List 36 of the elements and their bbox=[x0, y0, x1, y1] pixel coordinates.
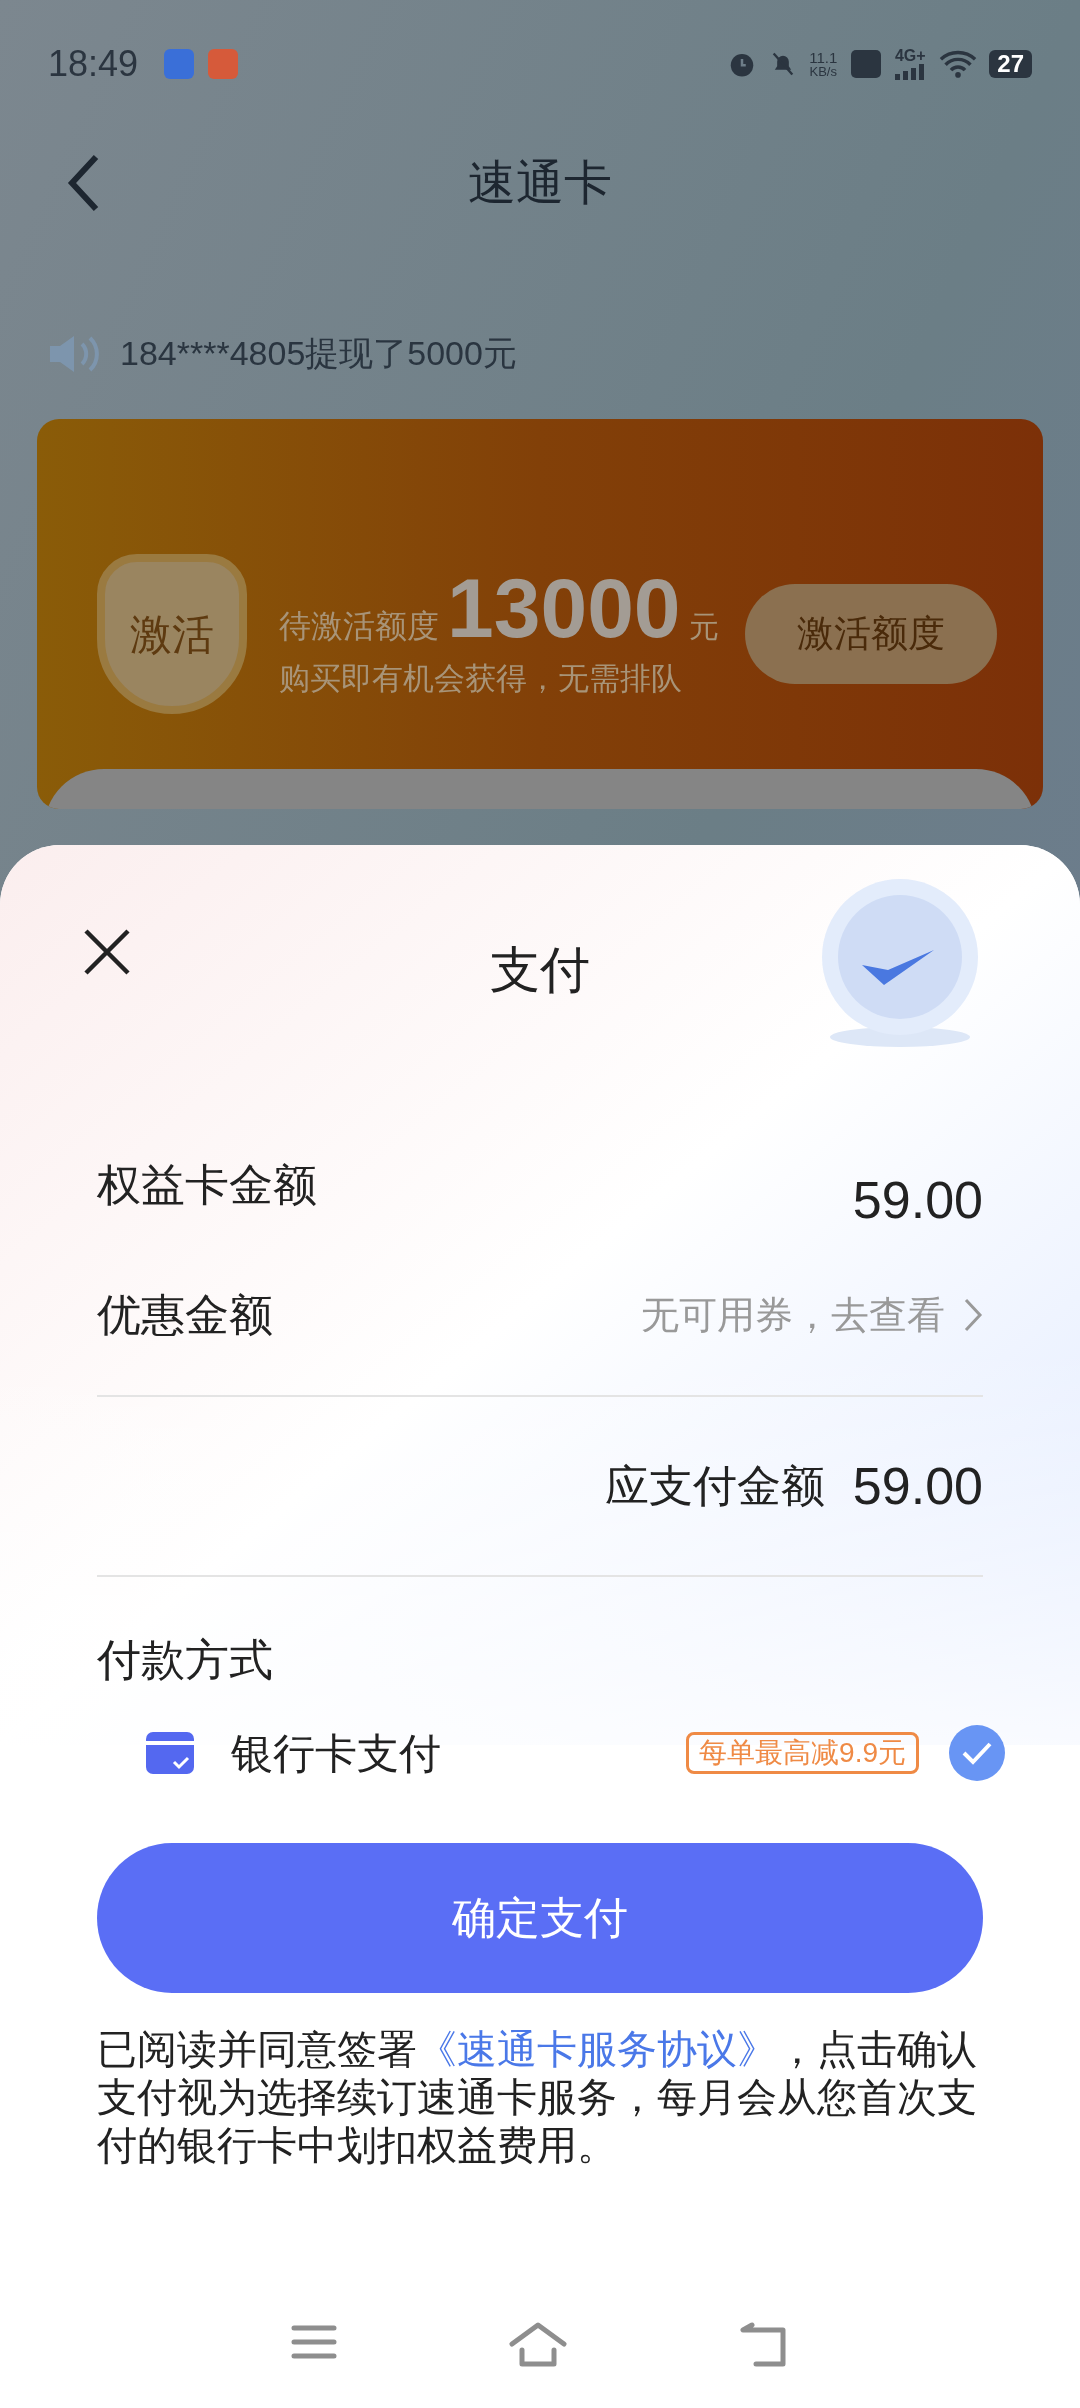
bank-card-icon bbox=[146, 1732, 194, 1774]
sheet-title: 支付 bbox=[490, 940, 590, 1000]
agreement-link[interactable]: 《速通卡服务协议》 bbox=[417, 2027, 777, 2071]
credit-amount: 13000 bbox=[447, 565, 681, 650]
activate-button[interactable]: 激活额度 bbox=[745, 584, 997, 684]
total-value: 59.00 bbox=[852, 1456, 983, 1517]
network-speed-unit: KB/s bbox=[809, 65, 837, 78]
coupon-link[interactable]: 无可用券，去查看 bbox=[641, 1286, 945, 1344]
hd-icon bbox=[851, 50, 882, 78]
selected-check[interactable] bbox=[949, 1725, 1005, 1781]
row-label: 权益卡金额 bbox=[97, 1159, 317, 1211]
agreement-text: 已阅读并同意签署《速通卡服务协议》，点击确认支付视为选择续订速通卡服务，每月会从您首次支付的银行卡中划扣权益费用。 bbox=[97, 2026, 978, 2169]
total-label: 应支付金额 bbox=[604, 1460, 825, 1512]
discount-tag: 每单最高减9.9元 bbox=[686, 1732, 919, 1774]
app-notification-icon bbox=[164, 49, 195, 79]
amount-value: 59.00 bbox=[852, 1170, 983, 1231]
checkmark-icon bbox=[961, 1741, 993, 1765]
network-speed: 11.1 bbox=[809, 50, 838, 65]
network-type: 4G+ bbox=[894, 48, 926, 64]
credit-subtitle: 购买即有机会获得，无需排队 bbox=[279, 659, 683, 698]
app-notification-icon bbox=[208, 49, 239, 79]
section-title: 付款方式 bbox=[97, 1635, 273, 1684]
status-time: 18:49 bbox=[48, 42, 139, 86]
credit-unit: 元 bbox=[688, 608, 719, 645]
battery-level: 27 bbox=[989, 50, 1032, 78]
wifi-icon bbox=[939, 50, 978, 78]
payment-method-label: 银行卡支付 bbox=[231, 1728, 441, 1779]
chevron-right-icon bbox=[963, 1297, 983, 1333]
marquee-text: 184****4805提现了5000元 bbox=[120, 333, 517, 374]
row-label: 优惠金额 bbox=[97, 1289, 273, 1341]
confirm-pay-button[interactable]: 确定支付 bbox=[97, 1843, 983, 1993]
close-icon[interactable] bbox=[82, 927, 132, 977]
shield-badge: 激活 bbox=[97, 554, 247, 714]
home-icon[interactable] bbox=[508, 2322, 568, 2368]
page-title: 速通卡 bbox=[468, 155, 612, 211]
credit-label: 待激活额度 bbox=[279, 606, 439, 646]
